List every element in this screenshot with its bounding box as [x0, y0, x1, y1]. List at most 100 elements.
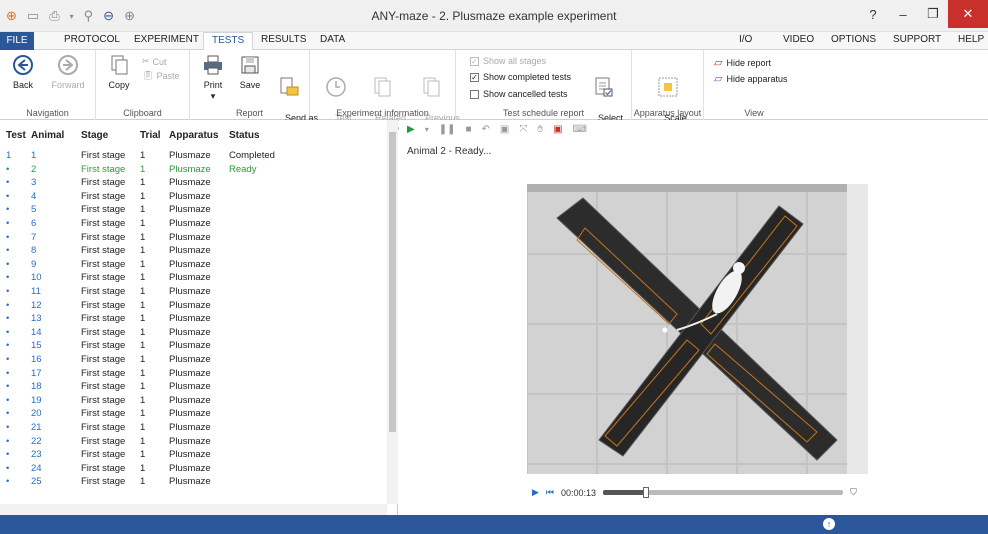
- group-label-clipboard: Clipboard: [123, 108, 162, 118]
- show-all-stages-checkbox[interactable]: ✓ Show all stages: [470, 56, 546, 66]
- cell-stage: First stage: [81, 204, 126, 216]
- print-dropdown-icon: ▾: [210, 91, 216, 101]
- play-small-icon[interactable]: ▶: [532, 487, 539, 498]
- cell-apparatus: Plusmaze: [169, 218, 211, 229]
- cell-test: •: [6, 354, 10, 365]
- back-button[interactable]: Back: [6, 54, 40, 91]
- cell-trial: 1: [140, 326, 146, 338]
- clock-icon: [326, 77, 346, 97]
- save-button[interactable]: Save: [236, 54, 264, 91]
- group-test-schedule-report: ✓ Show all stages ✓ Show completed tests S…: [456, 50, 632, 134]
- forward-button[interactable]: Forward: [46, 54, 90, 91]
- cell-test: •: [6, 381, 10, 393]
- speed-icon[interactable]: ⛉: [850, 487, 857, 498]
- cell-animal: 6: [31, 218, 37, 229]
- cell-trial: 1: [140, 190, 146, 202]
- cell-apparatus: Plusmaze: [169, 340, 211, 352]
- skip-to-start-icon[interactable]: ⏮: [546, 487, 554, 498]
- forward-arrow-icon: [58, 55, 78, 75]
- header-test[interactable]: Test: [6, 130, 26, 141]
- menu-bar: FILE PROTOCOL EXPERIMENT TESTS RESULTS D…: [0, 32, 988, 51]
- cell-stage: First stage: [81, 245, 126, 257]
- title-bar: ⊕ ▭ ⎙ ▾ ⚲ ⊖ ⊕ ANY-maze - 2. Plusmaze exa…: [0, 0, 988, 32]
- menu-options[interactable]: OPTIONS: [831, 34, 876, 45]
- show-completed-tests-checkbox[interactable]: ✓ Show completed tests: [470, 72, 571, 82]
- menu-video[interactable]: VIDEO: [783, 34, 814, 45]
- vertical-scrollbar[interactable]: [387, 120, 398, 504]
- close-button[interactable]: ✕: [948, 0, 988, 28]
- window-title: ANY-maze - 2. Plusmaze example experimen…: [371, 9, 617, 23]
- cell-animal: 5: [31, 204, 37, 216]
- scrollbar-thumb[interactable]: [389, 132, 396, 432]
- help-icon[interactable]: ?: [858, 0, 888, 28]
- undo-icon[interactable]: ↶: [482, 124, 490, 135]
- cell-apparatus: Plusmaze: [169, 204, 211, 216]
- cell-stage: First stage: [81, 394, 126, 406]
- menu-support[interactable]: SUPPORT: [893, 34, 941, 45]
- play-dropdown-icon[interactable]: ▾: [425, 125, 429, 134]
- keyboard-icon[interactable]: ⌨: [573, 124, 587, 135]
- show-cancelled-tests-checkbox[interactable]: Show cancelled tests: [470, 89, 568, 99]
- snapshot-icon[interactable]: ▣: [500, 124, 509, 135]
- cell-animal: 11: [31, 286, 41, 297]
- cell-trial: 1: [140, 163, 146, 175]
- cell-stage: First stage: [81, 299, 126, 311]
- copy-button[interactable]: Copy: [104, 54, 134, 91]
- cell-animal: 19: [31, 394, 42, 406]
- minimize-button[interactable]: –: [888, 0, 918, 28]
- cell-animal: 14: [31, 326, 42, 338]
- hide-apparatus-button[interactable]: ▱ Hide apparatus: [714, 72, 788, 85]
- timeline-slider[interactable]: [603, 487, 844, 498]
- print-button[interactable]: Print ▾: [198, 54, 228, 102]
- hide-report-button[interactable]: ▱ Hide report: [714, 56, 771, 69]
- cell-trial: 1: [140, 422, 146, 433]
- menu-io[interactable]: I/O: [739, 34, 752, 45]
- cell-trial: 1: [140, 218, 146, 229]
- cell-stage: First stage: [81, 435, 126, 447]
- horizontal-scrollbar[interactable]: [0, 504, 387, 515]
- cell-animal: 20: [31, 408, 42, 420]
- status-info-icon[interactable]: ↑: [823, 518, 835, 530]
- group-report: Print▾ Save Send as e-mail Report: [190, 50, 318, 134]
- cut-button[interactable]: ✂ Cut: [142, 56, 167, 67]
- cell-stage: First stage: [81, 218, 126, 229]
- cell-trial: 1: [140, 340, 146, 352]
- header-status[interactable]: Status: [229, 130, 260, 141]
- header-stage[interactable]: Stage: [81, 130, 108, 141]
- paste-button[interactable]: 📋︎ Paste: [142, 70, 179, 81]
- hand-icon[interactable]: ✋︎: [537, 124, 543, 135]
- stop-icon[interactable]: ■: [465, 124, 471, 135]
- cell-trial: 1: [140, 476, 146, 488]
- cell-test: •: [6, 449, 10, 461]
- fit-icon[interactable]: ⤧: [519, 124, 527, 135]
- cell-stage: First stage: [81, 462, 126, 474]
- header-animal[interactable]: Animal: [31, 130, 64, 141]
- cell-test: •: [6, 326, 10, 338]
- cell-stage: First stage: [81, 354, 126, 365]
- cell-stage: First stage: [81, 190, 126, 202]
- menu-data[interactable]: DATA: [320, 34, 345, 45]
- menu-tests[interactable]: TESTS: [203, 32, 254, 51]
- play-icon[interactable]: ▶: [407, 124, 415, 135]
- cell-stage: First stage: [81, 422, 126, 433]
- cell-animal: 22: [31, 435, 42, 447]
- hide-report-icon: ▱: [714, 57, 723, 69]
- header-trial[interactable]: Trial: [140, 130, 161, 141]
- pause-icon[interactable]: ❚❚: [439, 124, 456, 135]
- cell-stage: First stage: [81, 163, 126, 175]
- menu-file[interactable]: FILE: [0, 32, 34, 50]
- header-apparatus[interactable]: Apparatus: [169, 130, 218, 141]
- capture-icon[interactable]: ▣: [553, 124, 562, 135]
- cell-apparatus: Plusmaze: [169, 367, 211, 379]
- apparatus-video[interactable]: [527, 184, 868, 474]
- cell-stage: First stage: [81, 231, 126, 243]
- menu-results[interactable]: RESULTS: [261, 34, 306, 45]
- timeline-knob[interactable]: [643, 487, 650, 498]
- cell-apparatus: Plusmaze: [169, 286, 211, 297]
- restore-button[interactable]: ❐: [918, 0, 948, 28]
- menu-protocol[interactable]: PROTOCOL: [64, 34, 120, 45]
- cell-stage: First stage: [81, 381, 126, 393]
- menu-experiment[interactable]: EXPERIMENT: [134, 34, 199, 45]
- cell-stage: First stage: [81, 177, 126, 189]
- menu-help[interactable]: HELP: [958, 34, 984, 45]
